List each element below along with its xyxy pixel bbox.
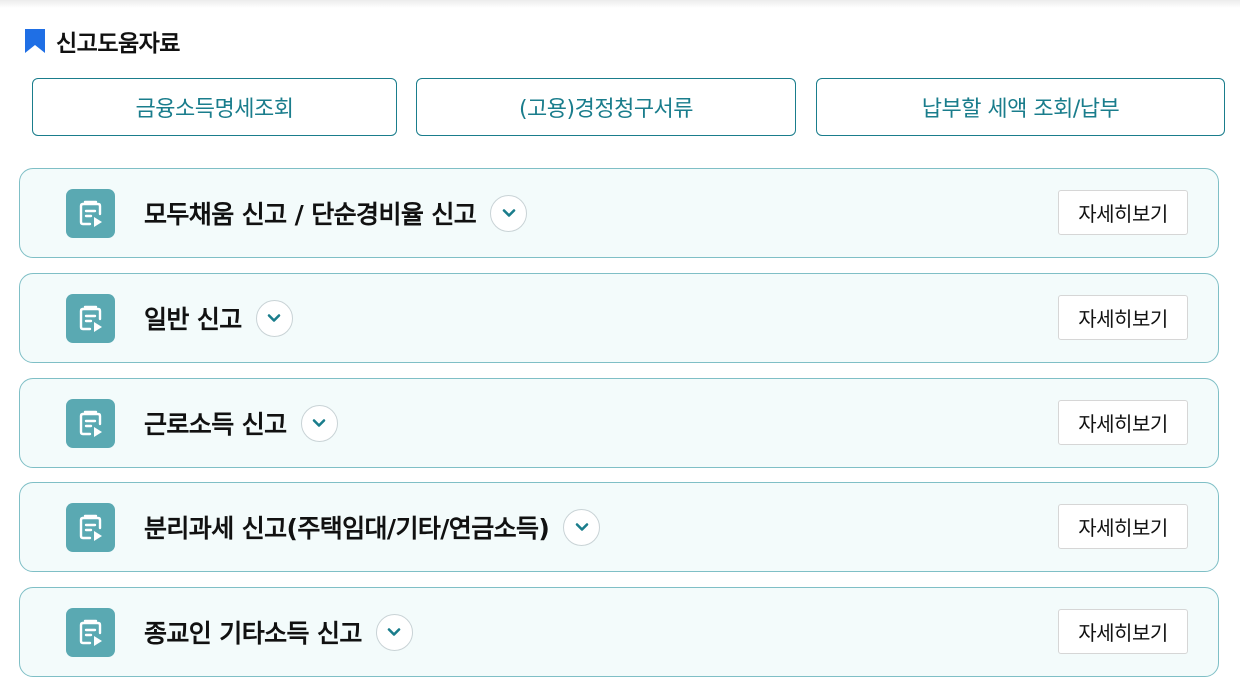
- filing-card: 근로소득 신고 자세히보기: [19, 378, 1219, 468]
- detail-button[interactable]: 자세히보기: [1058, 190, 1188, 235]
- document-play-icon: [66, 294, 115, 343]
- expand-button[interactable]: [255, 299, 293, 337]
- expand-button[interactable]: [563, 508, 601, 546]
- chevron-down-icon: [388, 628, 401, 636]
- card-title: 모두채움 신고 / 단순경비율 신고: [144, 200, 477, 229]
- expand-button[interactable]: [375, 613, 413, 651]
- card-title: 분리과세 신고(주택임대/기타/연금소득): [144, 514, 550, 543]
- chevron-down-icon: [267, 314, 281, 322]
- card-title: 종교인 기타소득 신고: [144, 619, 362, 648]
- detail-button[interactable]: 자세히보기: [1058, 400, 1188, 445]
- filing-card: 모두채움 신고 / 단순경비율 신고 자세히보기: [19, 168, 1219, 258]
- document-play-icon: [66, 503, 115, 552]
- document-play-icon: [66, 608, 115, 657]
- card-title-row: 일반 신고: [144, 274, 293, 362]
- card-title: 일반 신고: [144, 305, 242, 334]
- section-header: 신고도움자료: [24, 26, 180, 57]
- document-play-icon: [66, 399, 115, 448]
- chevron-down-icon: [502, 209, 515, 217]
- detail-button[interactable]: 자세히보기: [1058, 295, 1188, 340]
- detail-button[interactable]: 자세히보기: [1058, 504, 1188, 549]
- card-title-row: 종교인 기타소득 신고: [144, 588, 413, 676]
- document-play-icon: [66, 189, 115, 238]
- chevron-down-icon: [312, 419, 326, 427]
- chevron-down-icon: [575, 523, 589, 531]
- correction-claim-documents-button[interactable]: (고용)경정청구서류: [416, 78, 796, 136]
- detail-button[interactable]: 자세히보기: [1058, 609, 1188, 654]
- bookmark-icon: [25, 29, 45, 53]
- expand-button[interactable]: [490, 194, 528, 232]
- section-title: 신고도움자료: [56, 31, 180, 57]
- tax-payment-lookup-button[interactable]: 납부할 세액 조회/납부: [816, 78, 1225, 136]
- card-title: 근로소득 신고: [144, 410, 287, 439]
- card-title-row: 근로소득 신고: [144, 379, 338, 467]
- financial-income-lookup-button[interactable]: 금융소득명세조회: [32, 78, 397, 136]
- filing-card: 분리과세 신고(주택임대/기타/연금소득) 자세히보기: [19, 482, 1219, 572]
- card-title-row: 분리과세 신고(주택임대/기타/연금소득): [144, 483, 601, 571]
- top-shadow: [0, 0, 1240, 8]
- filing-card: 종교인 기타소득 신고 자세히보기: [19, 587, 1219, 677]
- card-title-row: 모두채움 신고 / 단순경비율 신고: [144, 169, 528, 257]
- expand-button[interactable]: [300, 404, 338, 442]
- filing-card: 일반 신고 자세히보기: [19, 273, 1219, 363]
